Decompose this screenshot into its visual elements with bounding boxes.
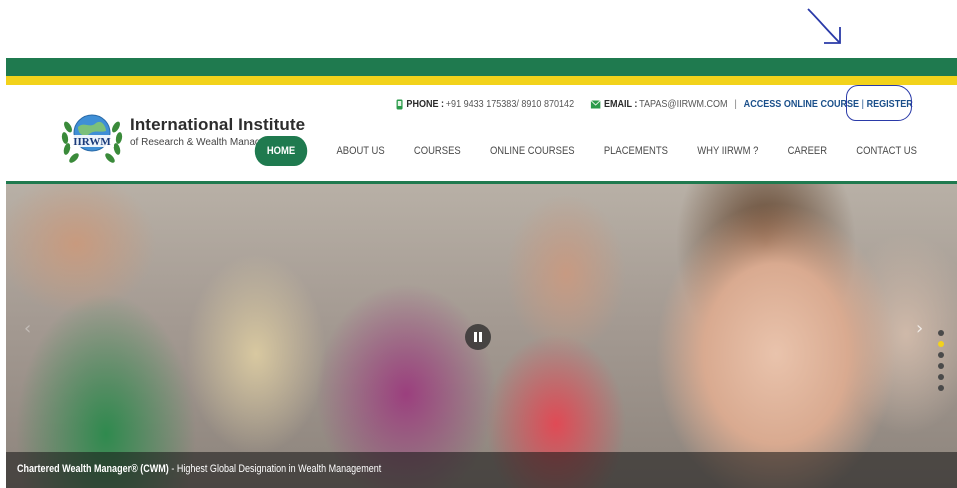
nav-courses[interactable]: COURSES — [414, 145, 461, 157]
top-green-band — [6, 58, 957, 76]
slide-dot[interactable] — [938, 330, 944, 336]
slide-dot[interactable] — [938, 363, 944, 369]
iirwm-logo[interactable]: IIRWM — [60, 107, 124, 169]
chevron-left-icon[interactable]: ‹ — [24, 318, 31, 339]
nav-career[interactable]: CAREER — [788, 145, 827, 157]
phone-item: PHONE : +91 9433 175383/ 8910 870142 — [396, 98, 574, 110]
top-yellow-band — [6, 76, 957, 85]
site-header: IIRWM International Institute of Researc… — [6, 85, 957, 181]
email-label: EMAIL : — [604, 98, 638, 110]
slide-indicators — [937, 330, 945, 396]
hero-slider[interactable]: ‹ › Chartered Wealth Manager® (CWM) - Hi… — [6, 184, 957, 488]
slide-dot[interactable] — [938, 352, 944, 358]
phone-value: +91 9433 175383/ 8910 870142 — [446, 98, 575, 110]
envelope-icon — [590, 99, 601, 108]
nav-about-us[interactable]: ABOUT US — [337, 145, 385, 157]
slide-dot[interactable] — [938, 374, 944, 380]
pause-icon[interactable] — [465, 324, 491, 350]
nav-contact-us[interactable]: CONTACT US — [856, 145, 917, 157]
annotation-arrow — [807, 8, 841, 44]
email-item: EMAIL : TAPAS@IIRWM.COM — [590, 98, 728, 110]
phone-label: PHONE : — [406, 98, 445, 110]
chevron-right-icon[interactable]: › — [916, 318, 923, 339]
logo-text: IIRWM — [73, 136, 111, 148]
brand-title[interactable]: International Institute — [130, 115, 305, 135]
phone-icon — [396, 99, 403, 109]
main-nav: HOME ABOUT US COURSES ONLINE COURSES PLA… — [254, 136, 917, 166]
nav-placements[interactable]: PLACEMENTS — [604, 145, 668, 157]
nav-why-iirwm[interactable]: WHY IIRWM ? — [697, 145, 758, 157]
contact-bar: PHONE : +91 9433 175383/ 8910 870142 | E… — [396, 98, 913, 110]
access-online-course-link[interactable]: ACCESS ONLINE COURSE — [744, 98, 859, 110]
nav-home[interactable]: HOME — [254, 136, 308, 166]
register-annotation-circle — [846, 85, 912, 121]
slide-dot[interactable] — [938, 385, 944, 391]
nav-online-courses[interactable]: ONLINE COURSES — [490, 145, 575, 157]
hero-caption-bar: Chartered Wealth Manager® (CWM) - Highes… — [6, 452, 957, 488]
slide-dot[interactable] — [938, 341, 944, 347]
hero-caption-title: Chartered Wealth Manager® (CWM) — [17, 463, 169, 475]
hero-caption: Chartered Wealth Manager® (CWM) - Highes… — [17, 463, 381, 475]
hero-caption-rest: - Highest Global Designation in Wealth M… — [168, 463, 382, 475]
contact-separator: | — [734, 98, 738, 110]
email-value[interactable]: TAPAS@IIRWM.COM — [639, 98, 727, 110]
